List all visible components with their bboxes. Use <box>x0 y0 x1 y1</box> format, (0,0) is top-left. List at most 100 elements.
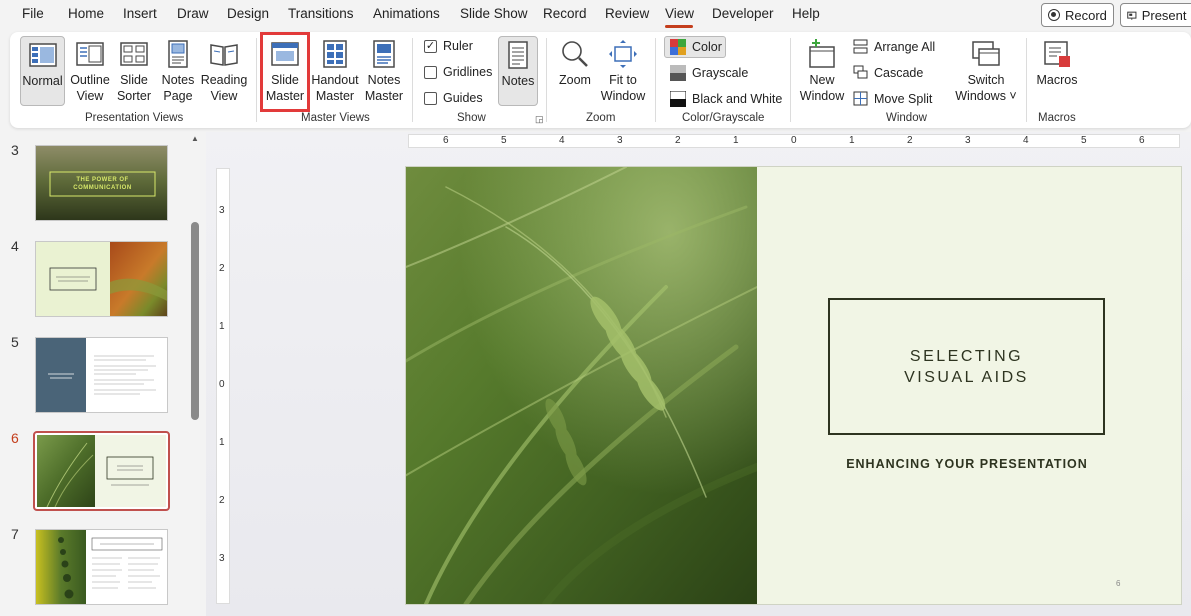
move-split-label: Move Split <box>874 91 933 106</box>
hruler-label: 4 <box>559 135 565 146</box>
handout-master-button[interactable]: Handout Master <box>310 36 360 106</box>
switch-windows-button[interactable]: Switch Windows ˅ <box>954 36 1018 106</box>
slide-7-preview <box>36 530 167 604</box>
vruler-label: 2 <box>219 263 225 274</box>
fit-to-window-button[interactable]: Fit to Window <box>599 36 647 106</box>
slide-title-line-1: SELECTING <box>909 347 1024 365</box>
black-and-white-label: Black and White <box>692 92 783 106</box>
zoom-button[interactable]: Zoom <box>555 36 595 106</box>
slide-thumbnail-4[interactable] <box>35 241 168 317</box>
tab-home[interactable]: Home <box>68 6 104 21</box>
wheat-field-photo <box>406 167 757 604</box>
notes-page-label-1: Notes <box>161 73 195 87</box>
arrange-all-label: Arrange All <box>874 39 936 54</box>
move-split-button[interactable]: Move Split <box>853 91 932 106</box>
slide-title-line-2: VISUAL AIDS <box>904 368 1029 386</box>
tab-developer[interactable]: Developer <box>712 6 774 21</box>
notes-master-icon <box>373 40 395 68</box>
notes-page-label-2: Page <box>163 89 193 103</box>
active-tab-indicator <box>665 25 693 28</box>
vruler-label: 2 <box>219 495 225 506</box>
gridlines-label: Gridlines <box>443 65 493 79</box>
cascade-icon <box>853 65 868 79</box>
handout-master-label-1: Handout <box>311 73 359 87</box>
master-views-group-label: Master Views <box>301 112 370 124</box>
slide-page-number: 6 <box>1116 579 1121 588</box>
slide-subtitle[interactable]: ENHANCING YOUR PRESENTATION <box>806 457 1128 471</box>
ribbon: Normal Outline View Slide Sorter Notes P… <box>10 32 1191 128</box>
vruler-label: 3 <box>219 205 225 216</box>
fit-to-window-label-1: Fit to <box>609 73 637 87</box>
tab-record[interactable]: Record <box>543 6 587 21</box>
new-window-icon <box>809 39 835 68</box>
slide-thumbnail-7[interactable] <box>35 529 168 605</box>
slide-sorter-label-2: Sorter <box>116 89 152 103</box>
present-button[interactable]: Present i <box>1120 3 1191 27</box>
show-group-label: Show <box>457 112 486 124</box>
slide-thumbnail-3[interactable]: THE POWER OF COMMUNICATION <box>35 145 168 221</box>
macros-button[interactable]: Macros <box>1034 36 1080 106</box>
macros-group-label: Macros <box>1038 112 1076 124</box>
reading-view-button[interactable]: Reading View <box>200 36 248 106</box>
current-slide[interactable]: SELECTING VISUAL AIDS ENHANCING YOUR PRE… <box>406 167 1181 604</box>
tab-insert[interactable]: Insert <box>123 6 157 21</box>
ruler-checkbox[interactable]: ✓ Ruler <box>424 39 473 53</box>
reading-view-icon <box>210 44 238 66</box>
horizontal-ruler: 6 5 4 3 2 1 0 1 2 3 4 5 6 <box>408 134 1180 148</box>
normal-view-button[interactable]: Normal <box>20 36 65 106</box>
notes-icon <box>508 41 528 69</box>
grayscale-label: Grayscale <box>692 66 749 80</box>
record-button-label: Record <box>1065 7 1107 23</box>
color-grayscale-group-label: Color/Grayscale <box>682 112 765 124</box>
new-window-button[interactable]: New Window <box>798 36 846 106</box>
slide-sorter-button[interactable]: Slide Sorter <box>114 36 154 106</box>
macros-label: Macros <box>1036 73 1078 87</box>
present-button-label: Present i <box>1141 7 1191 23</box>
hruler-label: 5 <box>1081 135 1087 146</box>
outline-view-button[interactable]: Outline View <box>68 36 112 106</box>
reading-view-label-2: View <box>210 89 238 103</box>
slide-5-preview <box>36 338 167 412</box>
hruler-label: 5 <box>501 135 507 146</box>
notes-master-button[interactable]: Notes Master <box>362 36 406 106</box>
slide-panel-scrollbar-thumb[interactable] <box>191 222 199 420</box>
switch-windows-label-2: Windows ˅ <box>955 89 1017 103</box>
notes-button[interactable]: Notes <box>498 36 538 106</box>
arrange-all-button[interactable]: Arrange All <box>853 39 935 54</box>
hruler-label: 3 <box>965 135 971 146</box>
fit-to-window-label-2: Window <box>600 89 646 103</box>
tab-draw[interactable]: Draw <box>177 6 209 21</box>
handout-master-icon <box>323 40 347 68</box>
scroll-up-arrow-icon[interactable]: ▲ <box>191 134 199 143</box>
group-separator <box>790 38 791 122</box>
normal-view-icon <box>28 43 57 67</box>
cascade-label: Cascade <box>874 65 924 80</box>
tab-review[interactable]: Review <box>605 6 649 21</box>
group-separator <box>655 38 656 122</box>
grayscale-button[interactable]: Grayscale <box>670 65 748 81</box>
tab-design[interactable]: Design <box>227 6 269 21</box>
notes-master-label-2: Master <box>364 89 404 103</box>
color-button[interactable]: Color <box>664 36 726 58</box>
slide-sorter-label-1: Slide <box>120 73 148 87</box>
tab-transitions[interactable]: Transitions <box>288 6 354 21</box>
tab-file[interactable]: File <box>22 6 44 21</box>
show-dialog-launcher-icon[interactable]: ◲ <box>535 114 544 125</box>
guides-checkbox[interactable]: Guides <box>424 91 483 105</box>
tab-help[interactable]: Help <box>792 6 820 21</box>
cascade-button[interactable]: Cascade <box>853 65 923 80</box>
tab-slide-show[interactable]: Slide Show <box>460 6 528 21</box>
slide-thumbnail-6[interactable] <box>33 431 170 511</box>
record-button[interactable]: Record <box>1041 3 1114 27</box>
gridlines-checkbox[interactable]: Gridlines <box>424 65 492 79</box>
tab-view[interactable]: View <box>665 6 694 21</box>
tab-animations[interactable]: Animations <box>373 6 440 21</box>
slide-title-box[interactable]: SELECTING VISUAL AIDS <box>828 298 1105 435</box>
slide-number-4: 4 <box>11 238 19 254</box>
powerpoint-window: File Home Insert Draw Design Transitions… <box>0 0 1191 616</box>
gridlines-check-icon <box>424 65 437 79</box>
notes-page-button[interactable]: Notes Page <box>158 36 198 106</box>
black-and-white-button[interactable]: Black and White <box>670 91 782 107</box>
slide-thumbnail-5[interactable] <box>35 337 168 413</box>
window-group-label: Window <box>886 112 927 124</box>
